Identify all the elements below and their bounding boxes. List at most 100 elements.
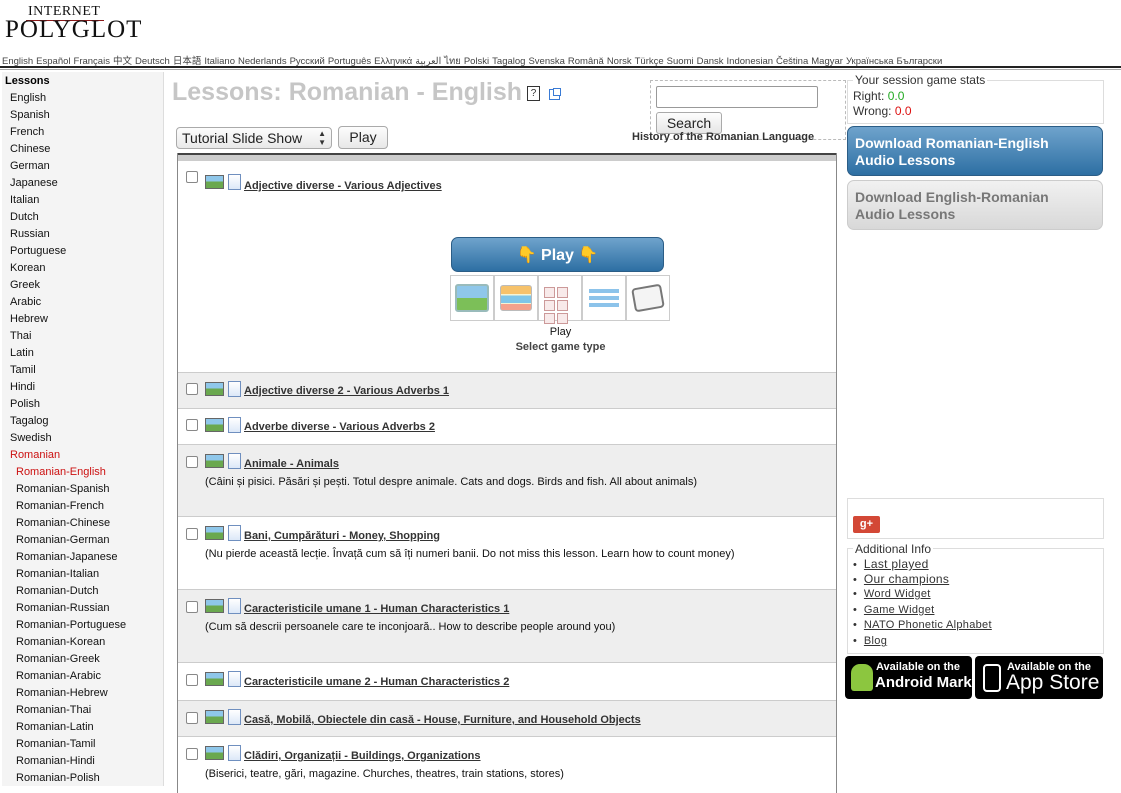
sidebar-item-swedish[interactable]: Swedish	[2, 430, 163, 447]
history-link[interactable]: History of the Romanian Language	[632, 131, 814, 143]
sidebar-item-english[interactable]: English	[2, 90, 163, 107]
lesson-title[interactable]: Adjective diverse 2 - Various Adverbs 1	[244, 385, 449, 397]
lesson-title[interactable]: Clădiri, Organizații - Buildings, Organi…	[244, 750, 481, 762]
sidebar-item-portuguese[interactable]: Portuguese	[2, 243, 163, 260]
lesson-title[interactable]: Animale - Animals	[244, 458, 339, 470]
sidebar-item-thai[interactable]: Thai	[2, 328, 163, 345]
sidebar-item-french[interactable]: French	[2, 124, 163, 141]
picture-icon[interactable]	[205, 175, 224, 189]
our-champions-link[interactable]: Our champions	[864, 572, 949, 586]
sidebar-subitem-romanian-thai[interactable]: Romanian-Thai	[2, 702, 163, 719]
sidebar-subitem-romanian-english[interactable]: Romanian-English	[2, 464, 163, 481]
picture-icon[interactable]	[205, 672, 224, 686]
sidebar-subitem-romanian-italian[interactable]: Romanian-Italian	[2, 566, 163, 583]
picture-icon[interactable]	[205, 418, 224, 432]
game-type-flashcards[interactable]	[450, 275, 494, 321]
lesson-checkbox[interactable]	[186, 419, 198, 431]
sidebar-subitem-romanian-greek[interactable]: Romanian-Greek	[2, 651, 163, 668]
sidebar-subitem-romanian-german[interactable]: Romanian-German	[2, 532, 163, 549]
sidebar-subitem-romanian-french[interactable]: Romanian-French	[2, 498, 163, 515]
sidebar-subitem-romanian-portuguese[interactable]: Romanian-Portuguese	[2, 617, 163, 634]
document-icon[interactable]	[228, 525, 241, 541]
play-button[interactable]: Play	[338, 126, 388, 149]
last-played-link[interactable]: Last played	[864, 557, 929, 571]
big-play-button[interactable]: 👇 Play 👇	[451, 237, 664, 272]
sidebar-item-japanese[interactable]: Japanese	[2, 175, 163, 192]
sidebar-item-tamil[interactable]: Tamil	[2, 362, 163, 379]
sidebar-subitem-romanian-russian[interactable]: Romanian-Russian	[2, 600, 163, 617]
picture-icon[interactable]	[205, 746, 224, 760]
sidebar-item-tagalog[interactable]: Tagalog	[2, 413, 163, 430]
sidebar-subitem-romanian-hebrew[interactable]: Romanian-Hebrew	[2, 685, 163, 702]
sidebar-item-italian[interactable]: Italian	[2, 192, 163, 209]
lesson-title[interactable]: Adjective diverse - Various Adjectives	[244, 180, 442, 192]
external-link-icon[interactable]	[549, 88, 561, 100]
lesson-checkbox[interactable]	[186, 456, 198, 468]
download-romanian-english-button[interactable]: Download Romanian-English Audio Lessons	[847, 126, 1103, 176]
sidebar-item-latin[interactable]: Latin	[2, 345, 163, 362]
sidebar-subitem-romanian-chinese[interactable]: Romanian-Chinese	[2, 515, 163, 532]
word-widget-link[interactable]: Word Widget	[864, 588, 931, 600]
lesson-title[interactable]: Adverbe diverse - Various Adverbs 2	[244, 421, 435, 433]
sidebar-item-dutch[interactable]: Dutch	[2, 209, 163, 226]
lesson-checkbox[interactable]	[186, 748, 198, 760]
document-icon[interactable]	[228, 598, 241, 614]
sidebar-item-korean[interactable]: Korean	[2, 260, 163, 277]
lesson-checkbox[interactable]	[186, 528, 198, 540]
google-plus-icon[interactable]: g+	[853, 516, 880, 533]
sidebar-subitem-romanian-japanese[interactable]: Romanian-Japanese	[2, 549, 163, 566]
download-english-romanian-button[interactable]: Download English-Romanian Audio Lessons	[847, 180, 1103, 230]
sidebar-subitem-romanian-latin[interactable]: Romanian-Latin	[2, 719, 163, 736]
document-icon[interactable]	[228, 671, 241, 687]
search-input[interactable]	[656, 86, 818, 108]
game-type-word-tiles[interactable]	[538, 275, 582, 324]
document-icon[interactable]	[228, 417, 241, 433]
picture-icon[interactable]	[205, 710, 224, 724]
help-icon[interactable]: ?	[527, 86, 540, 101]
sidebar-item-chinese[interactable]: Chinese	[2, 141, 163, 158]
game-type-matching[interactable]	[494, 275, 538, 321]
android-market-badge[interactable]: Available on the Android Market	[845, 656, 985, 699]
site-logo[interactable]: INTERNET POLYGLOT	[5, 3, 141, 45]
game-type-dice[interactable]	[626, 275, 670, 321]
picture-icon[interactable]	[205, 526, 224, 540]
sidebar-item-german[interactable]: German	[2, 158, 163, 175]
nato-alphabet-link[interactable]: NATO Phonetic Alphabet	[864, 619, 992, 631]
lesson-checkbox[interactable]	[186, 674, 198, 686]
game-type-select[interactable]: Tutorial Slide Show ▲ ▼	[176, 127, 332, 149]
sidebar-subitem-romanian-arabic[interactable]: Romanian-Arabic	[2, 668, 163, 685]
sidebar-item-romanian[interactable]: Romanian	[2, 447, 163, 464]
sidebar-subitem-romanian-hindi[interactable]: Romanian-Hindi	[2, 753, 163, 770]
sidebar-item-spanish[interactable]: Spanish	[2, 107, 163, 124]
lesson-title[interactable]: Caracteristicile umane 1 - Human Charact…	[244, 603, 509, 615]
lesson-checkbox[interactable]	[186, 383, 198, 395]
sidebar-item-arabic[interactable]: Arabic	[2, 294, 163, 311]
sidebar-item-russian[interactable]: Russian	[2, 226, 163, 243]
sidebar-subitem-romanian-korean[interactable]: Romanian-Korean	[2, 634, 163, 651]
sidebar-subitem-romanian-tamil[interactable]: Romanian-Tamil	[2, 736, 163, 753]
picture-icon[interactable]	[205, 599, 224, 613]
document-icon[interactable]	[228, 381, 241, 397]
document-icon[interactable]	[228, 174, 241, 190]
sidebar-subitem-romanian-polish[interactable]: Romanian-Polish	[2, 770, 163, 786]
lesson-checkbox[interactable]	[186, 601, 198, 613]
sidebar-subitem-romanian-dutch[interactable]: Romanian-Dutch	[2, 583, 163, 600]
blog-link[interactable]: Blog	[864, 635, 887, 647]
game-widget-link[interactable]: Game Widget	[864, 604, 935, 616]
game-type-list[interactable]	[582, 275, 626, 321]
lesson-title[interactable]: Casă, Mobilă, Obiectele din casă - House…	[244, 714, 641, 726]
sidebar-subitem-romanian-spanish[interactable]: Romanian-Spanish	[2, 481, 163, 498]
document-icon[interactable]	[228, 709, 241, 725]
document-icon[interactable]	[228, 745, 241, 761]
picture-icon[interactable]	[205, 454, 224, 468]
lesson-title[interactable]: Bani, Cumpărături - Money, Shopping	[244, 530, 440, 542]
app-store-badge[interactable]: Available on the App Store	[975, 656, 1103, 699]
lesson-title[interactable]: Caracteristicile umane 2 - Human Charact…	[244, 676, 509, 688]
sidebar-item-greek[interactable]: Greek	[2, 277, 163, 294]
picture-icon[interactable]	[205, 382, 224, 396]
sidebar-item-hindi[interactable]: Hindi	[2, 379, 163, 396]
lesson-checkbox[interactable]	[186, 712, 198, 724]
lesson-checkbox[interactable]	[186, 171, 198, 183]
sidebar-item-hebrew[interactable]: Hebrew	[2, 311, 163, 328]
document-icon[interactable]	[228, 453, 241, 469]
